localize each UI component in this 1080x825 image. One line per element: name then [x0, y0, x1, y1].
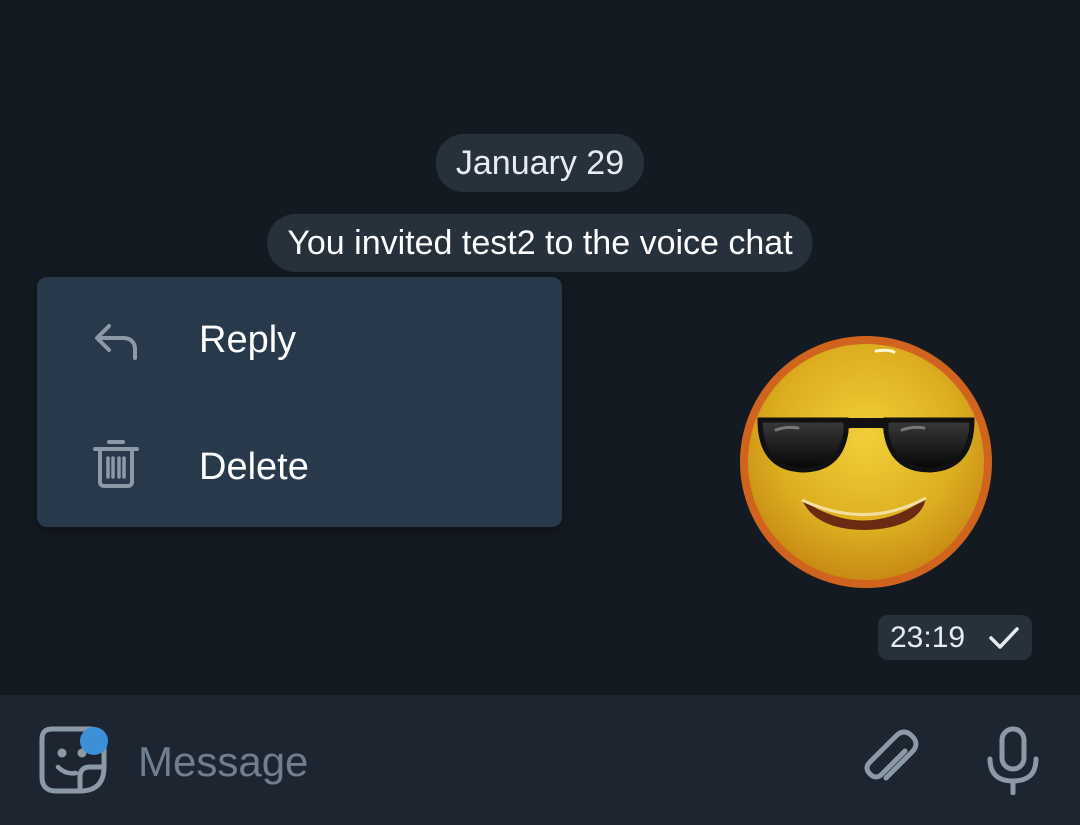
menu-item-reply[interactable]: Reply: [37, 277, 562, 402]
message-input[interactable]: [138, 735, 818, 789]
paperclip-icon[interactable]: [858, 727, 924, 793]
message-context-menu: Reply Delete: [37, 277, 562, 527]
menu-item-delete[interactable]: Delete: [37, 402, 562, 527]
chat-area: January 29 You invited test2 to the voic…: [0, 0, 1080, 695]
trash-icon: [93, 440, 139, 488]
message-meta: 23:19: [878, 615, 1032, 660]
menu-item-label: Delete: [199, 446, 309, 488]
menu-item-label: Reply: [199, 319, 297, 361]
reply-icon: [95, 324, 137, 360]
microphone-icon[interactable]: [978, 725, 1048, 795]
message-time: 23:19: [890, 621, 966, 654]
message-composer: [0, 695, 1080, 825]
sunglasses-emoji-sticker[interactable]: [736, 334, 996, 594]
date-separator: January 29: [435, 134, 645, 192]
sticker-notification-badge: [80, 727, 108, 755]
check-icon: [989, 627, 1019, 649]
service-message: You invited test2 to the voice chat: [267, 214, 813, 272]
